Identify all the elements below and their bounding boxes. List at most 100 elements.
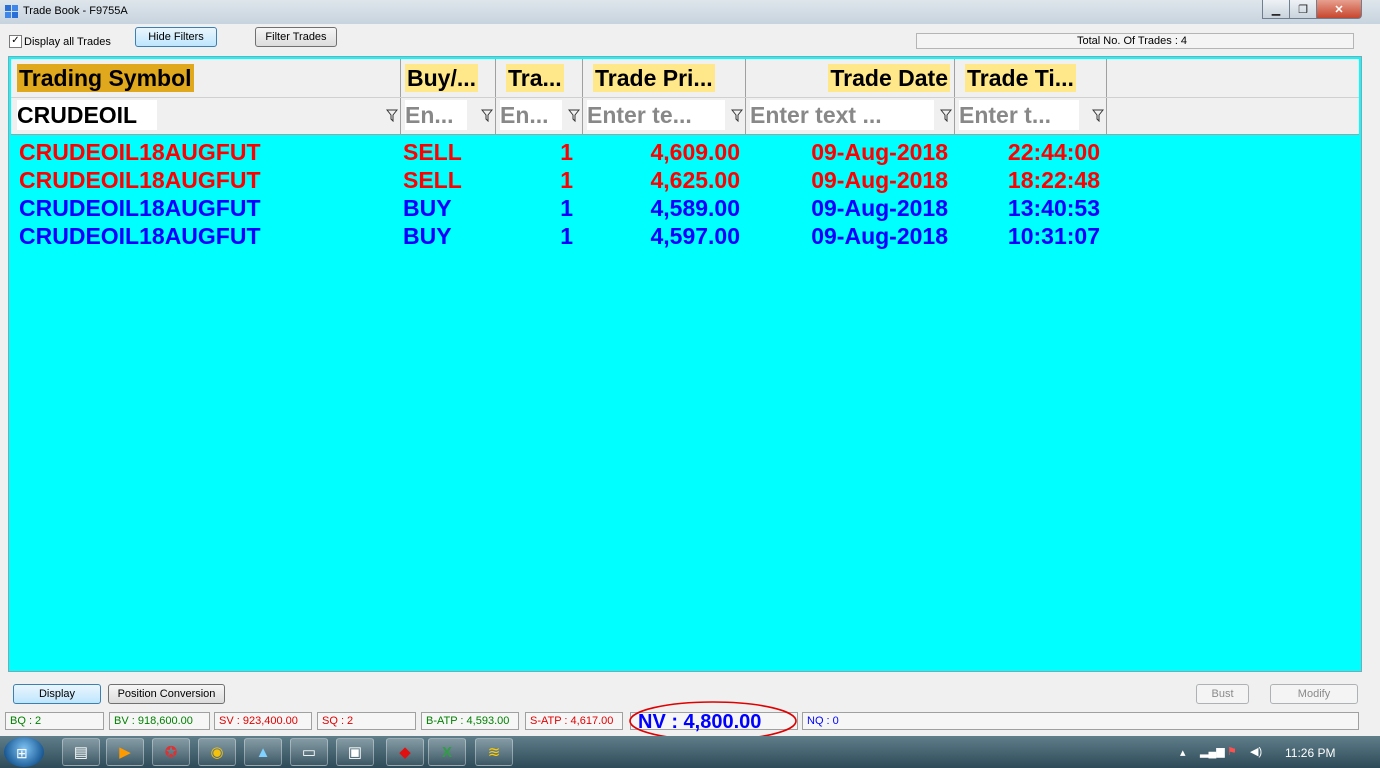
windows-logo-icon: ⊞ (16, 745, 28, 761)
filter-funnel-icon[interactable] (386, 109, 398, 122)
filter-cell-trade-qty: En... (496, 98, 583, 134)
close-button[interactable]: ✕ (1316, 0, 1362, 19)
filter-input-trade-qty[interactable]: En... (500, 100, 562, 130)
minimize-icon: ▁ (1271, 3, 1281, 16)
triangle-app-icon: ▲ (255, 743, 271, 761)
column-header-trade-price[interactable]: Trade Pri... (583, 59, 746, 97)
toolbar: ✓ Display all Trades Hide Filters Filter… (0, 24, 1380, 54)
cell-qty: 1 (560, 195, 573, 221)
cell-qty: 1 (560, 223, 573, 249)
taskbar-app-3[interactable]: ▭ (290, 738, 328, 766)
display-button[interactable]: Display (13, 684, 101, 704)
column-header-trade-qty[interactable]: Tra... (496, 59, 583, 97)
filter-cell-trading-symbol: CRUDEOIL (11, 98, 401, 134)
total-trades-text: Total No. Of Trades : 4 (1077, 35, 1188, 47)
window-controls: ▁ ❐ ✕ (1262, 0, 1362, 19)
media-player-icon: ▶ (119, 744, 131, 761)
restore-icon: ❐ (1298, 3, 1308, 16)
filter-input-trade-time[interactable]: Enter t... (959, 100, 1079, 130)
taskbar-app-2[interactable]: ▲ (244, 738, 282, 766)
taskbar-trading-app[interactable]: ≋ (475, 738, 513, 766)
cell-date: 09-Aug-2018 (811, 167, 948, 193)
red-diamond-icon: ◆ (399, 744, 411, 761)
total-trades-box: Total No. Of Trades : 4 (916, 33, 1354, 49)
cell-date: 09-Aug-2018 (811, 223, 948, 249)
cell-price: 4,597.00 (650, 223, 740, 249)
filter-input-buy-sell[interactable]: En... (405, 100, 467, 130)
filter-trades-button[interactable]: Filter Trades (255, 27, 337, 47)
window-title: Trade Book - F9755A (23, 5, 128, 17)
excel-icon: X (441, 743, 452, 761)
column-header-trade-date[interactable]: Trade Date (746, 59, 955, 97)
cell-symbol: CRUDEOIL18AUGFUT (19, 139, 261, 165)
taskbar-app-4[interactable]: ▣ (336, 738, 374, 766)
cell-side: SELL (403, 167, 462, 193)
display-all-trades-checkbox[interactable]: ✓ (9, 35, 22, 48)
filter-funnel-icon[interactable] (940, 109, 952, 122)
filter-funnel-icon[interactable] (481, 109, 493, 122)
tray-expand-icon[interactable]: ▴ (1180, 746, 1186, 759)
title-bar: Trade Book - F9755A ▁ ❐ ✕ (0, 0, 1380, 24)
filter-cell-trade-date: Enter text ... (746, 98, 955, 134)
cell-date: 09-Aug-2018 (811, 139, 948, 165)
cell-time: 18:22:48 (1007, 167, 1100, 193)
taskbar-app[interactable]: ✪ (152, 738, 190, 766)
cell-price: 4,609.00 (650, 139, 740, 165)
cell-side: BUY (403, 195, 452, 221)
column-header-label: Trade Ti... (965, 64, 1076, 92)
column-header-trading-symbol[interactable]: Trading Symbol (11, 59, 401, 97)
filter-funnel-icon[interactable] (731, 109, 743, 122)
taskbar-explorer[interactable]: ▤ (62, 738, 100, 766)
speaker-icon[interactable]: ◀) (1250, 745, 1262, 758)
modify-button[interactable]: Modify (1270, 684, 1358, 704)
status-bv: BV : 918,600.00 (109, 712, 210, 730)
filter-input-trading-symbol[interactable]: CRUDEOIL (17, 100, 157, 130)
taskbar-app-5[interactable]: ◆ (386, 738, 424, 766)
column-header-trade-time[interactable]: Trade Ti... (955, 59, 1107, 97)
column-header-label: Buy/... (405, 64, 479, 92)
app-icon (5, 5, 18, 18)
start-button[interactable]: ⊞ (4, 737, 44, 767)
grid-filter-row: CRUDEOIL En... En... Enter te... Enter t… (11, 97, 1359, 135)
minimize-button[interactable]: ▁ (1262, 0, 1289, 19)
filter-cell-buy-sell: En... (401, 98, 496, 134)
folder-icon: ▤ (73, 744, 89, 761)
flag-icon[interactable]: ⚑ (1227, 745, 1237, 758)
column-header-label: Trade Pri... (593, 64, 715, 92)
cell-qty: 1 (560, 139, 573, 165)
status-sq: SQ : 2 (317, 712, 416, 730)
cell-time: 22:44:00 (1007, 139, 1100, 165)
column-header-buy-sell[interactable]: Buy/... (401, 59, 496, 97)
taskbar-chrome[interactable]: ◉ (198, 738, 236, 766)
status-nv: NV : 4,800.00 (638, 711, 762, 733)
status-nq: NQ : 0 (802, 712, 1359, 730)
cell-qty: 1 (560, 167, 573, 193)
table-row[interactable]: CRUDEOIL18AUGFUT SELL 1 4,609.00 09-Aug-… (11, 139, 1359, 167)
filter-funnel-icon[interactable] (568, 109, 580, 122)
lifebuoy-icon: ✪ (164, 744, 178, 761)
filter-funnel-icon[interactable] (1092, 109, 1104, 122)
status-bq: BQ : 2 (5, 712, 104, 730)
column-header-label: Tra... (506, 64, 564, 92)
table-row[interactable]: CRUDEOIL18AUGFUT BUY 1 4,589.00 09-Aug-2… (11, 195, 1359, 223)
filter-input-trade-date[interactable]: Enter text ... (750, 100, 934, 130)
status-sv: SV : 923,400.00 (214, 712, 312, 730)
table-row[interactable]: CRUDEOIL18AUGFUT BUY 1 4,597.00 09-Aug-2… (11, 223, 1359, 251)
filter-input-trade-price[interactable]: Enter te... (587, 100, 725, 130)
grid-header-row: Trading Symbol Buy/... Tra... Trade Pri.… (11, 59, 1359, 97)
windows-taskbar: ⊞ ▤ ▶ ✪ ◉ ▲ ▭ ▣ ◆ X ≋ ▴ ▂▄▆ ⚑ ◀) 11:26 P… (0, 736, 1380, 768)
cell-symbol: CRUDEOIL18AUGFUT (19, 167, 261, 193)
position-conversion-button[interactable]: Position Conversion (108, 684, 225, 704)
taskbar-clock[interactable]: 11:26 PM (1285, 746, 1335, 760)
taskbar-media-player[interactable]: ▶ (106, 738, 144, 766)
cell-side: SELL (403, 139, 462, 165)
table-row[interactable]: CRUDEOIL18AUGFUT SELL 1 4,625.00 09-Aug-… (11, 167, 1359, 195)
taskbar-excel[interactable]: X (428, 738, 466, 766)
filter-cell-trade-price: Enter te... (583, 98, 746, 134)
bust-button[interactable]: Bust (1196, 684, 1249, 704)
hide-filters-button[interactable]: Hide Filters (135, 27, 217, 47)
signal-icon[interactable]: ▂▄▆ (1200, 745, 1225, 758)
maximize-button[interactable]: ❐ (1289, 0, 1316, 19)
cell-time: 10:31:07 (1007, 223, 1100, 249)
status-s-atp: S-ATP : 4,617.00 (525, 712, 623, 730)
